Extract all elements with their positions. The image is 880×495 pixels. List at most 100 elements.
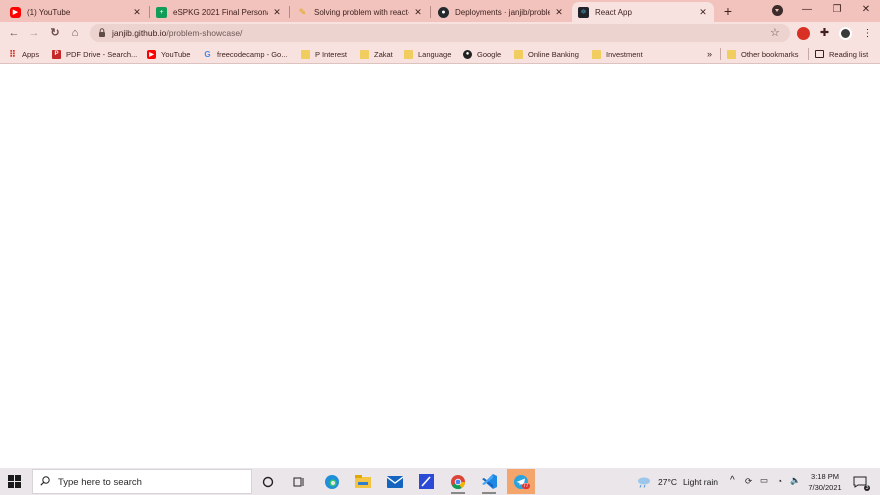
volume-icon[interactable]: 🔈 bbox=[790, 475, 801, 486]
apps-grid-icon: ⠿ bbox=[9, 48, 16, 59]
edge-icon[interactable] bbox=[318, 469, 346, 494]
other-bookmarks[interactable]: Other bookmarks bbox=[727, 48, 799, 60]
tab-youtube[interactable]: ▶ (1) YouTube ✕ bbox=[4, 2, 148, 22]
windows-start-icon[interactable] bbox=[8, 475, 21, 488]
tab-search-icon[interactable] bbox=[772, 5, 783, 16]
page-viewport[interactable] bbox=[0, 65, 880, 468]
close-icon[interactable]: ✕ bbox=[698, 7, 708, 18]
pen-app-icon[interactable] bbox=[412, 469, 440, 494]
forward-button[interactable]: → bbox=[26, 25, 42, 41]
folder-icon bbox=[592, 49, 601, 59]
task-view-icon[interactable] bbox=[285, 469, 313, 494]
bookmark-label: Google bbox=[477, 49, 502, 59]
bookmark-language[interactable]: Language bbox=[404, 48, 451, 60]
file-explorer-icon[interactable] bbox=[349, 469, 377, 494]
bookmark-label: Online Banking bbox=[528, 49, 579, 59]
tab-title: React App bbox=[595, 7, 632, 17]
search-icon bbox=[40, 476, 50, 486]
bookmark-label: Apps bbox=[22, 49, 40, 59]
menu-icon[interactable]: ⋮ bbox=[861, 27, 874, 40]
tab-react-app[interactable]: ⚛ React App ✕ bbox=[572, 2, 714, 22]
clock-date: 7/30/2021 bbox=[808, 483, 842, 492]
extensions-icon[interactable]: ✚ bbox=[818, 27, 831, 40]
youtube-icon: ▶ bbox=[147, 49, 156, 59]
tab-espkg[interactable]: + eSPKG 2021 Final Personality ✕ bbox=[150, 2, 288, 22]
tab-title: (1) YouTube bbox=[27, 7, 71, 17]
minimize-button[interactable]: — bbox=[792, 2, 822, 18]
system-clock[interactable]: 3:18 PM 7/30/2021 bbox=[805, 471, 845, 493]
close-icon[interactable]: ✕ bbox=[132, 7, 142, 18]
folder-icon bbox=[727, 49, 736, 59]
taskbar: Type here to search 77 27°C Light rain ^… bbox=[0, 468, 880, 495]
tray-chevron-up-icon[interactable]: ^ bbox=[730, 475, 735, 486]
vscode-icon[interactable] bbox=[475, 469, 503, 494]
pdf-drive-icon: P bbox=[52, 49, 61, 59]
bookmarks-bar: ⠿ Apps P PDF Drive - Search... ▶ YouTube… bbox=[0, 44, 880, 64]
reading-list[interactable]: Reading list bbox=[815, 48, 868, 60]
telegram-badge: 77 bbox=[522, 483, 530, 489]
overflow-chevron-icon: » bbox=[707, 49, 713, 59]
weather-rain-icon[interactable] bbox=[633, 469, 655, 494]
google-globe-icon: ● bbox=[463, 49, 472, 59]
tab-title: eSPKG 2021 Final Personality bbox=[173, 7, 268, 17]
close-icon[interactable]: ✕ bbox=[272, 7, 282, 18]
bookmark-label: YouTube bbox=[161, 49, 191, 59]
url-text: janjib.github.io/problem-showcase/ bbox=[112, 28, 243, 38]
taskbar-search-box[interactable]: Type here to search bbox=[32, 469, 252, 494]
weather-temp[interactable]: 27°C bbox=[658, 477, 677, 487]
bookmark-zakat[interactable]: Zakat bbox=[360, 48, 393, 60]
bookmark-youtube[interactable]: ▶ YouTube bbox=[147, 48, 190, 60]
bookmark-pinterest[interactable]: P Interest bbox=[301, 48, 347, 60]
avatar[interactable] bbox=[839, 27, 852, 40]
mail-icon[interactable] bbox=[381, 469, 409, 494]
bookmark-label: PDF Drive - Search... bbox=[66, 49, 138, 59]
folder-icon bbox=[360, 49, 369, 59]
bookmark-online-banking[interactable]: Online Banking bbox=[514, 48, 579, 60]
chrome-icon[interactable] bbox=[444, 469, 472, 494]
folder-icon bbox=[514, 49, 523, 59]
home-button[interactable]: ⌂ bbox=[67, 25, 83, 41]
network-icon[interactable]: ◔ bbox=[777, 476, 782, 486]
bookmark-freecodecamp[interactable]: G freecodecamp - Go... bbox=[203, 48, 287, 60]
bookmark-label: Language bbox=[418, 49, 452, 59]
new-tab-button[interactable]: + bbox=[720, 3, 736, 19]
bookmarks-overflow-button[interactable]: » bbox=[707, 48, 712, 60]
bookmark-google[interactable]: ● Google bbox=[463, 48, 501, 60]
folder-icon bbox=[301, 49, 310, 59]
close-icon[interactable]: ✕ bbox=[554, 7, 564, 18]
tab-title: Deployments · janjib/probler bbox=[455, 7, 550, 17]
reload-button[interactable]: ↻ bbox=[47, 25, 63, 41]
bookmark-label: freecodecamp - Go... bbox=[217, 49, 288, 59]
tab-strip: ▶ (1) YouTube ✕ + eSPKG 2021 Final Perso… bbox=[0, 0, 880, 22]
toolbar: ← → ↻ ⌂ janjib.github.io/problem-showcas… bbox=[0, 22, 880, 44]
telegram-icon[interactable]: 77 bbox=[507, 469, 535, 494]
restore-button[interactable]: ❐ bbox=[822, 2, 852, 18]
bookmark-pdf-drive[interactable]: P PDF Drive - Search... bbox=[52, 48, 137, 60]
react-icon: ⚛ bbox=[578, 6, 589, 18]
close-icon[interactable]: ✕ bbox=[413, 7, 423, 18]
reading-list-icon bbox=[815, 50, 824, 58]
bookmark-label: Reading list bbox=[829, 49, 869, 59]
back-button[interactable]: ← bbox=[6, 25, 22, 41]
notification-icon[interactable]: 3 bbox=[848, 469, 872, 494]
wifi-sync-icon[interactable]: ⟳ bbox=[745, 476, 752, 487]
battery-icon[interactable]: ▭ bbox=[760, 475, 768, 486]
tab-deployments[interactable]: ● Deployments · janjib/probler ✕ bbox=[432, 2, 570, 22]
folder-icon bbox=[404, 49, 413, 59]
bookmark-apps[interactable]: ⠿ Apps bbox=[8, 48, 39, 60]
bookmark-star-icon[interactable]: ☆ bbox=[770, 26, 780, 39]
weather-desc[interactable]: Light rain bbox=[683, 477, 718, 487]
tab-title: Solving problem with react-r bbox=[314, 7, 409, 17]
adblock-icon[interactable] bbox=[797, 27, 810, 40]
clock-time: 3:18 PM bbox=[811, 472, 839, 481]
cortana-icon[interactable] bbox=[254, 469, 282, 494]
lock-icon[interactable] bbox=[98, 28, 106, 37]
bookmark-investment[interactable]: Investment bbox=[592, 48, 643, 60]
tab-solving-problem[interactable]: ✎ Solving problem with react-r ✕ bbox=[291, 2, 429, 22]
bookmark-label: P Interest bbox=[315, 49, 347, 59]
close-window-button[interactable]: ✕ bbox=[851, 2, 880, 18]
address-bar[interactable]: janjib.github.io/problem-showcase/ ☆ bbox=[90, 24, 790, 42]
google-icon: G bbox=[204, 49, 211, 59]
bookmark-label: Other bookmarks bbox=[741, 49, 799, 59]
github-icon: ● bbox=[438, 6, 449, 18]
